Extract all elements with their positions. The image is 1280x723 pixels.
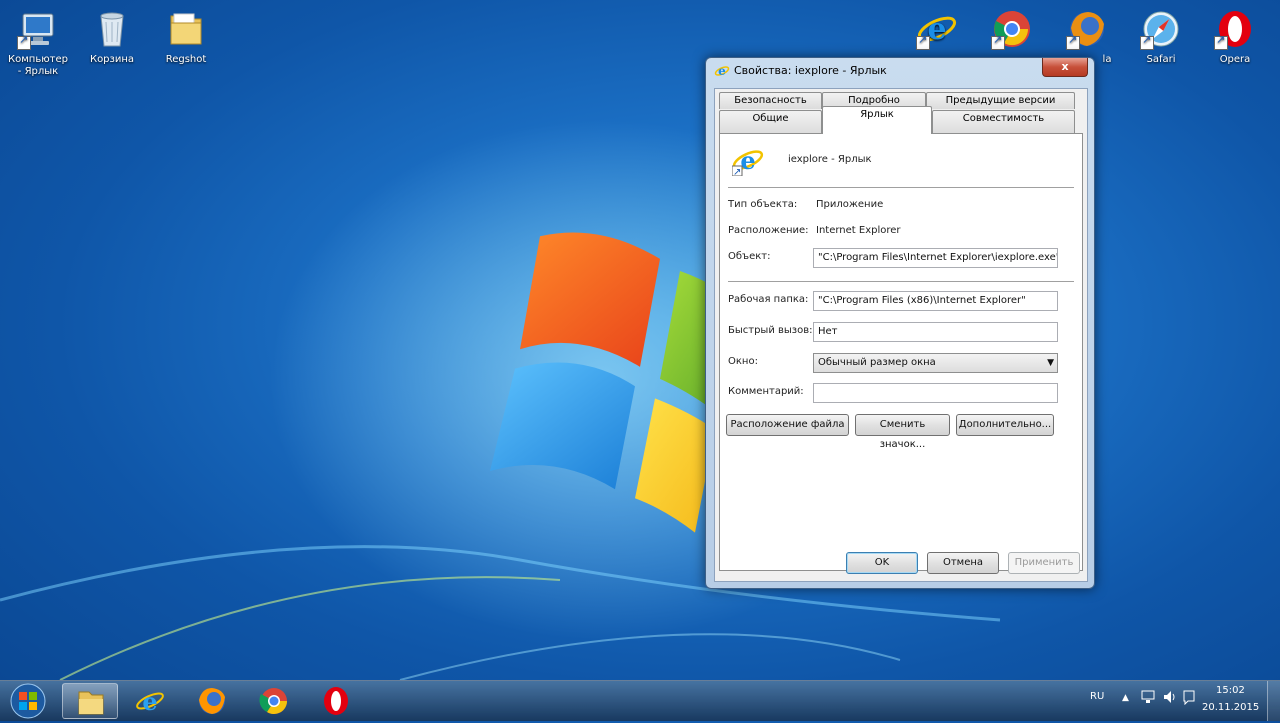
chrome-icon xyxy=(259,688,288,715)
ok-button[interactable]: OK xyxy=(846,552,918,574)
taskbar-internet-explorer[interactable]: e xyxy=(122,683,178,719)
dialog-title: Свойства: iexplore - Ярлык xyxy=(734,64,887,77)
opera-icon xyxy=(324,687,348,715)
shortcut-properties-dialog: e Свойства: iexplore - Ярлык x Безопасно… xyxy=(705,57,1095,589)
run-select[interactable]: Обычный размер окна ▼ xyxy=(813,353,1058,373)
divider xyxy=(728,281,1074,282)
tab-security[interactable]: Безопасность xyxy=(719,92,822,109)
run-select-value: Обычный размер окна xyxy=(818,357,936,368)
divider xyxy=(728,187,1074,188)
target-field[interactable]: "C:\Program Files\Internet Explorer\iexp… xyxy=(813,248,1058,268)
target-location-label: Расположение: xyxy=(728,225,809,236)
taskbar: e RU ▲ 15:02 20.11.2015 xyxy=(0,680,1280,721)
desktop-icon-regshot[interactable]: Regshot xyxy=(149,8,223,66)
advanced-button[interactable]: Дополнительно... xyxy=(956,414,1054,436)
shortcut-arrow-icon xyxy=(1214,34,1228,50)
clock-time[interactable]: 15:02 xyxy=(1216,685,1245,696)
tab-general[interactable]: Общие xyxy=(719,110,822,134)
internet-explorer-icon: e xyxy=(136,687,164,716)
desktop-icon-label: Opera xyxy=(1219,54,1251,65)
chrome-icon xyxy=(991,8,1033,50)
comment-label: Комментарий: xyxy=(728,386,804,397)
hotkey-label: Быстрый вызов: xyxy=(728,325,813,336)
dialog-client-area: Безопасность Подробно Предыдущие версии … xyxy=(714,88,1088,582)
target-label: Объект: xyxy=(728,251,771,262)
desktop-icon-internet-explorer[interactable]: e xyxy=(900,8,974,54)
target-type-value: Приложение xyxy=(816,199,884,210)
shortcut-arrow-icon xyxy=(17,34,31,50)
recycle-bin-icon xyxy=(91,8,133,50)
taskbar-opera[interactable] xyxy=(308,683,364,719)
dialog-titlebar[interactable]: e Свойства: iexplore - Ярлык x xyxy=(706,58,1094,84)
action-center-icon[interactable] xyxy=(1182,689,1196,708)
start-button[interactable] xyxy=(6,682,50,720)
language-indicator[interactable]: RU xyxy=(1090,691,1104,702)
svg-text:e: e xyxy=(927,12,946,47)
start-in-field[interactable]: "C:\Program Files (x86)\Internet Explore… xyxy=(813,291,1058,311)
desktop-icon-label: Safari xyxy=(1146,54,1176,65)
tab-previous-versions[interactable]: Предыдущие версии xyxy=(926,92,1075,109)
shortcut-arrow-icon xyxy=(1066,34,1080,50)
internet-explorer-icon: e xyxy=(916,8,958,50)
volume-icon[interactable] xyxy=(1162,689,1178,708)
desktop-icon-label: Корзина xyxy=(89,54,135,65)
comment-field[interactable] xyxy=(813,383,1058,403)
desktop-icon-computer[interactable]: Компьютер - Ярлык xyxy=(1,8,75,78)
apply-button[interactable]: Применить xyxy=(1008,552,1080,574)
desktop-icon-opera[interactable]: Opera xyxy=(1198,8,1272,66)
desktop-icon-label: Компьютер - Ярлык xyxy=(8,54,68,77)
shortcut-arrow-icon xyxy=(916,34,930,50)
desktop-icon-label: la xyxy=(1102,54,1112,65)
network-icon[interactable] xyxy=(1141,689,1155,708)
svg-text:e: e xyxy=(718,64,726,78)
hotkey-field[interactable]: Нет xyxy=(813,322,1058,342)
internet-explorer-icon: e ↗ xyxy=(731,144,764,178)
windows-logo xyxy=(490,232,740,533)
folder-icon xyxy=(165,8,207,50)
explorer-icon xyxy=(78,691,104,715)
desktop-icon-chrome[interactable] xyxy=(975,8,1049,54)
change-icon-button[interactable]: Сменить значок... xyxy=(855,414,950,450)
firefox-icon xyxy=(199,688,225,714)
taskbar-firefox[interactable] xyxy=(184,683,240,719)
show-hidden-icons-icon[interactable]: ▲ xyxy=(1122,693,1129,703)
internet-explorer-icon: e xyxy=(714,63,730,79)
shortcut-name: iexplore - Ярлык xyxy=(788,154,872,165)
shortcut-tab-panel: e ↗ iexplore - Ярлык Тип объекта: Приложе… xyxy=(719,133,1083,571)
show-desktop-button[interactable] xyxy=(1267,681,1280,721)
desktop-icon-label: Regshot xyxy=(165,54,207,65)
tab-compatibility[interactable]: Совместимость xyxy=(932,110,1075,134)
svg-text:e: e xyxy=(142,687,157,716)
close-button[interactable]: x xyxy=(1042,58,1088,77)
target-type-label: Тип объекта: xyxy=(728,199,798,210)
computer-icon xyxy=(17,8,59,50)
target-location-value: Internet Explorer xyxy=(816,225,901,236)
svg-text:↗: ↗ xyxy=(733,167,741,176)
chevron-down-icon: ▼ xyxy=(1047,358,1054,368)
run-label: Окно: xyxy=(728,356,758,367)
tab-strip: Безопасность Подробно Предыдущие версии … xyxy=(715,89,1087,135)
taskbar-explorer[interactable] xyxy=(62,683,118,719)
safari-icon xyxy=(1140,8,1182,50)
desktop-icon-recycle-bin[interactable]: Корзина xyxy=(75,8,149,66)
open-file-location-button[interactable]: Расположение файла xyxy=(726,414,849,436)
tab-shortcut[interactable]: Ярлык xyxy=(822,106,932,134)
start-in-label: Рабочая папка: xyxy=(728,294,809,305)
firefox-icon xyxy=(1066,8,1108,50)
shortcut-arrow-icon xyxy=(991,34,1005,50)
cancel-button[interactable]: Отмена xyxy=(927,552,999,574)
svg-text:e: e xyxy=(740,146,755,175)
shortcut-arrow-icon xyxy=(1140,34,1154,50)
desktop-icon-safari[interactable]: Safari xyxy=(1124,8,1198,66)
clock-date[interactable]: 20.11.2015 xyxy=(1202,702,1259,713)
opera-icon xyxy=(1214,8,1256,50)
taskbar-chrome[interactable] xyxy=(246,683,302,719)
